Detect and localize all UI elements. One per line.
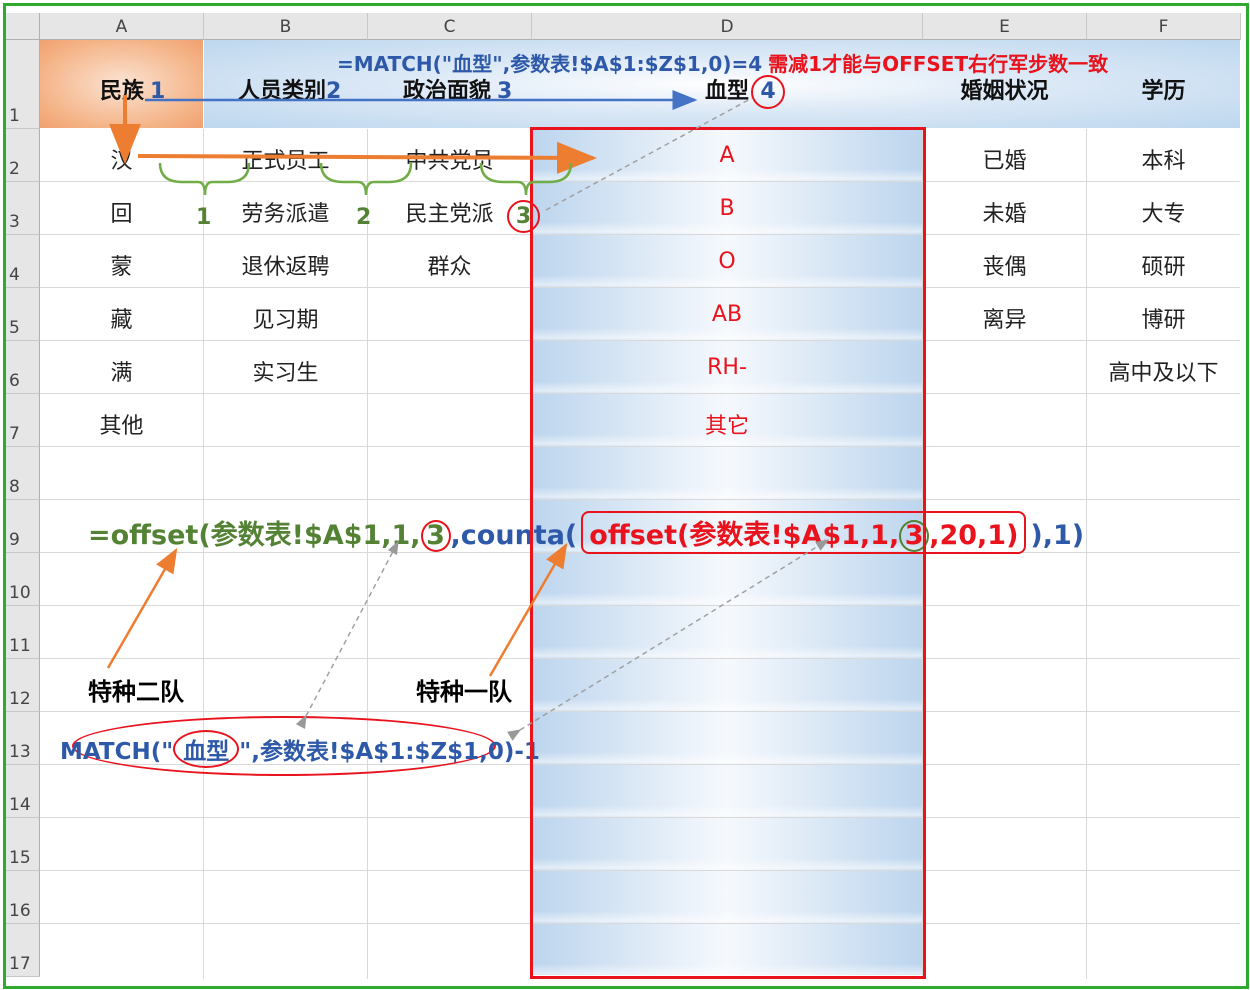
green-brace-3 bbox=[479, 162, 573, 196]
orange-arrow-right bbox=[137, 141, 597, 174]
green-brace-2 bbox=[319, 162, 413, 196]
green-brace-1 bbox=[158, 162, 251, 196]
gray-dashed-arrow-match-to-offset bbox=[295, 540, 399, 730]
gray-dashed-arrow-3-to-4 bbox=[545, 97, 753, 211]
orange-arrow-team1 bbox=[488, 542, 568, 677]
annotation-overlay bbox=[106, 90, 830, 741]
gray-dashed-arrow-match-to-inner bbox=[507, 539, 830, 741]
orange-arrow-team2 bbox=[106, 547, 178, 669]
